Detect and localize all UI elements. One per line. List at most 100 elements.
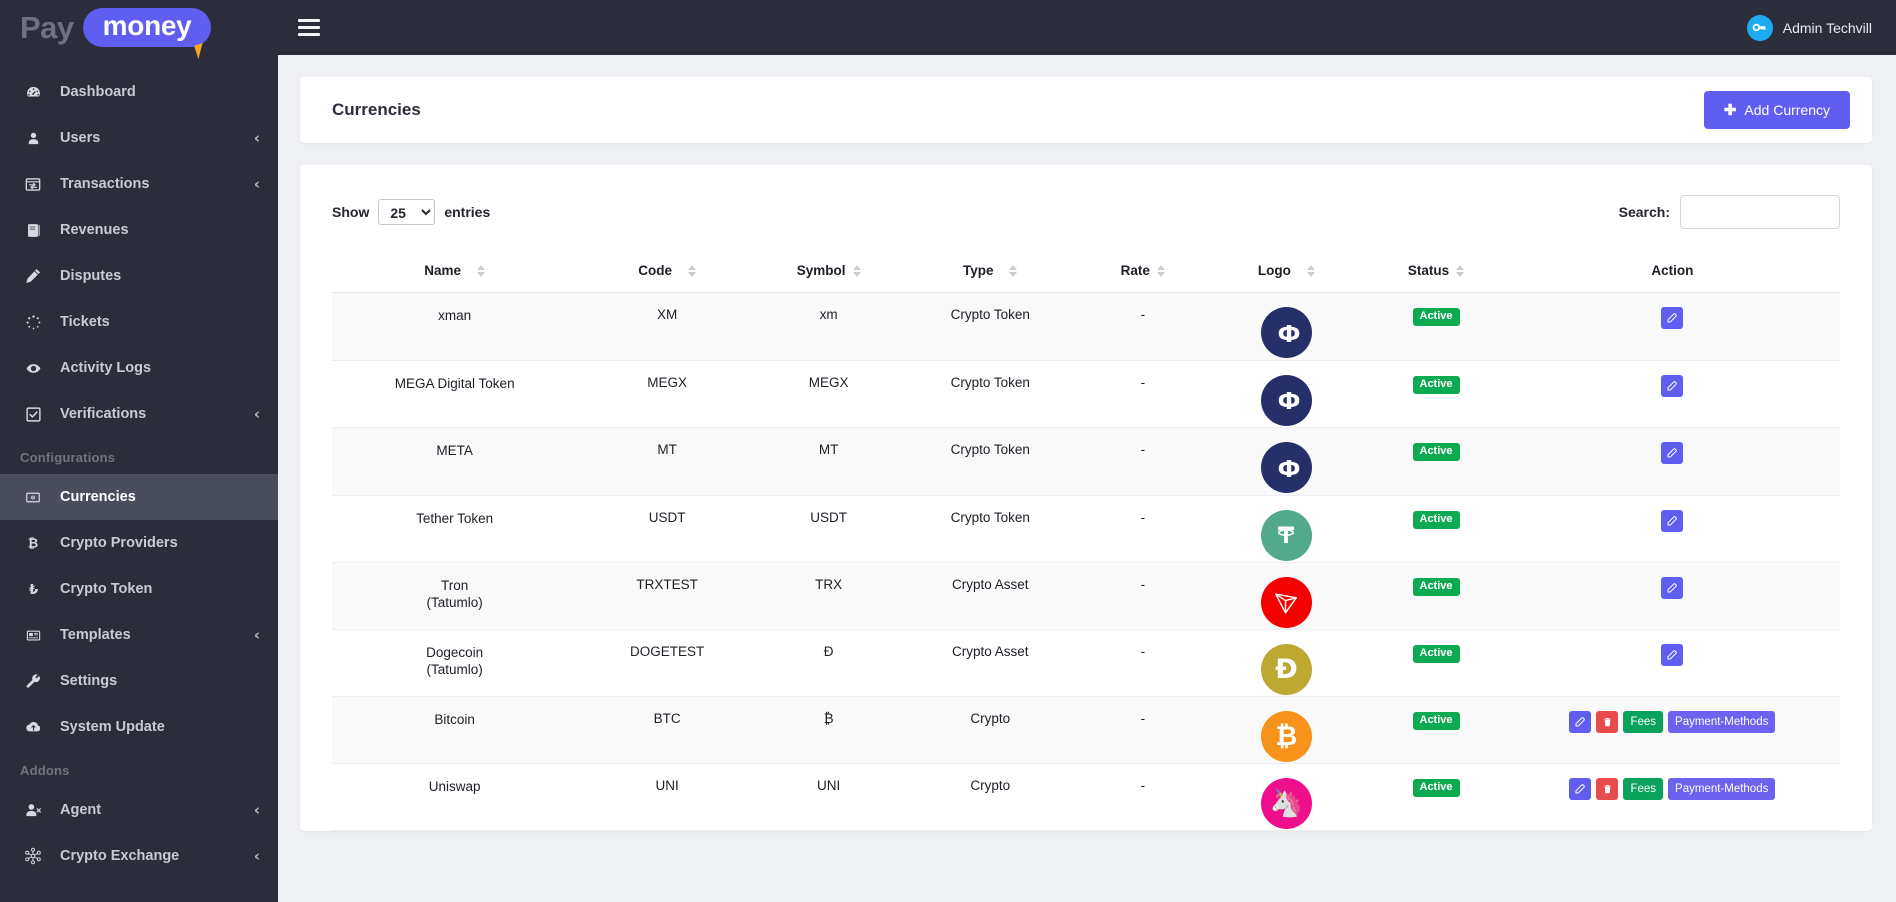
cell-logo: Ф: [1205, 360, 1368, 428]
cell-status: Active: [1367, 763, 1505, 831]
chevron-left-icon[interactable]: ‹: [254, 802, 260, 818]
brand-logo[interactable]: Pay money: [0, 0, 278, 60]
row-actions: [1511, 509, 1834, 532]
cell-type: Crypto Asset: [900, 562, 1080, 630]
fees-button[interactable]: Fees: [1623, 777, 1664, 800]
column-header-code[interactable]: Code: [577, 253, 757, 293]
cell-logo: Ð: [1205, 629, 1368, 697]
column-header-inner: Rate: [1121, 263, 1165, 278]
chevron-left-icon[interactable]: ‹: [254, 130, 260, 146]
edit-button[interactable]: [1661, 442, 1684, 464]
sort-arrows-icon[interactable]: [1156, 264, 1165, 277]
sidebar-item-crypto-exchange[interactable]: Crypto Exchange ‹: [0, 833, 278, 879]
cell-code: BTC: [577, 696, 757, 764]
user-menu[interactable]: Admin Techvill: [1746, 14, 1872, 41]
column-header-symbol[interactable]: Symbol: [756, 253, 901, 293]
sidebar-item-label: Crypto Token: [60, 581, 153, 597]
chevron-left-icon[interactable]: ‹: [254, 848, 260, 864]
bitcoin-icon: ₿: [20, 532, 46, 554]
edit-button[interactable]: [1661, 643, 1684, 666]
edit-button[interactable]: [1661, 576, 1684, 599]
sidebar-item-users[interactable]: Users ‹: [0, 115, 278, 161]
cell-name: Tether Token: [332, 495, 578, 563]
sidebar-item-transactions[interactable]: Transactions ‹: [0, 161, 278, 207]
sort-arrows-icon[interactable]: [1009, 264, 1018, 277]
row-actions: [1511, 374, 1834, 397]
sidebar-item-label: Verifications: [60, 406, 147, 422]
cell-status: Active: [1367, 427, 1505, 496]
cell-name: MEGA Digital Token: [332, 360, 578, 428]
currency-logo: [1260, 576, 1312, 628]
table-body: xman XM xm Crypto Token - Ф Active MEGA Digital…: [332, 292, 1840, 831]
sidebar-section-addons: Addons: [20, 763, 70, 778]
delete-button[interactable]: [1596, 777, 1619, 800]
entries-length-select[interactable]: 102550100: [378, 199, 436, 225]
sidebar-item-templates[interactable]: Templates ‹: [0, 612, 278, 658]
currencies-table: Name Code Symbol Type Rate Logo Status Action x…: [332, 253, 1840, 831]
cell-rate: -: [1079, 427, 1206, 496]
cell-rate: -: [1079, 360, 1206, 428]
sidebar-item-agent[interactable]: Agent ‹: [0, 787, 278, 833]
sidebar-item-crypto-providers[interactable]: ₿ Crypto Providers: [0, 520, 278, 566]
column-header-rate[interactable]: Rate: [1079, 253, 1206, 293]
sidebar-item-dashboard[interactable]: Dashboard: [0, 69, 278, 115]
cell-status: Active: [1367, 629, 1505, 697]
cell-rate: -: [1079, 292, 1206, 361]
cell-name: META: [332, 427, 578, 496]
column-header-type[interactable]: Type: [900, 253, 1080, 293]
sidebar-item-activity-logs[interactable]: Activity Logs: [0, 345, 278, 391]
row-actions: [1511, 576, 1834, 599]
cell-name: Uniswap: [332, 763, 578, 831]
column-header-status[interactable]: Status: [1367, 253, 1505, 293]
sidebar-item-revenues[interactable]: Revenues: [0, 207, 278, 253]
sidebar-item-crypto-token[interactable]: ₺ Crypto Token: [0, 566, 278, 612]
payment-methods-button[interactable]: Payment-Methods: [1668, 710, 1776, 733]
sidebar-item-tickets[interactable]: Tickets: [0, 299, 278, 345]
cell-symbol: USDT: [756, 495, 901, 563]
sidebar-item-label: Tickets: [60, 314, 110, 330]
hamburger-icon[interactable]: [298, 19, 320, 36]
status-badge: Active: [1412, 510, 1460, 529]
cell-actions: [1504, 562, 1840, 630]
search-input[interactable]: [1680, 195, 1840, 229]
sidebar-item-currencies[interactable]: Currencies: [0, 474, 278, 520]
cell-type: Crypto Token: [900, 427, 1080, 496]
edit-button[interactable]: [1661, 374, 1684, 397]
brand-money-text: money: [82, 8, 212, 47]
sidebar-item-disputes[interactable]: Disputes: [0, 253, 278, 299]
page-title: Currencies: [332, 100, 421, 119]
edit-button[interactable]: [1661, 509, 1684, 532]
payment-methods-button[interactable]: Payment-Methods: [1668, 777, 1776, 800]
edit-button[interactable]: [1569, 710, 1592, 733]
chevron-left-icon[interactable]: ‹: [254, 176, 260, 192]
column-header-inner: Name: [424, 263, 486, 278]
cell-code: USDT: [577, 495, 757, 563]
dashboard-icon: [20, 81, 46, 103]
chevron-left-icon[interactable]: ‹: [254, 406, 260, 422]
fees-button[interactable]: Fees: [1623, 710, 1664, 733]
cell-type: Crypto Token: [900, 360, 1080, 428]
cell-code: MEGX: [577, 360, 757, 428]
edit-button[interactable]: [1661, 307, 1684, 329]
sort-arrows-icon[interactable]: [1456, 264, 1465, 277]
column-header-inner: Logo: [1258, 263, 1315, 278]
edit-button[interactable]: [1569, 777, 1592, 800]
sort-arrows-icon[interactable]: [852, 264, 861, 277]
chevron-left-icon[interactable]: ‹: [254, 627, 260, 643]
hamburger-bar: [298, 26, 320, 29]
sidebar-item-system-update[interactable]: System Update: [0, 704, 278, 750]
column-header-logo[interactable]: Logo: [1205, 253, 1368, 293]
user-times-icon: [20, 799, 46, 821]
sort-arrows-icon[interactable]: [477, 264, 486, 277]
column-header-label: Name: [424, 263, 462, 278]
delete-button[interactable]: [1596, 710, 1619, 733]
sidebar-item-verifications[interactable]: Verifications ‹: [0, 391, 278, 437]
sort-arrows-icon[interactable]: [687, 264, 696, 277]
sort-arrows-icon[interactable]: [1306, 264, 1315, 277]
sidebar-nav: Dashboard Users ‹ Transactions ‹ Revenues Disp…: [0, 55, 278, 879]
add-currency-button[interactable]: ✚ Add Currency: [1703, 91, 1850, 129]
table-row: Uniswap UNI UNI Crypto - 🦄 Active Fees Payment-M…: [332, 763, 1840, 831]
column-header-name[interactable]: Name: [332, 253, 578, 293]
sidebar-item-settings[interactable]: Settings: [0, 658, 278, 704]
table-row: META MT MT Crypto Token - Ф Active: [332, 427, 1840, 496]
